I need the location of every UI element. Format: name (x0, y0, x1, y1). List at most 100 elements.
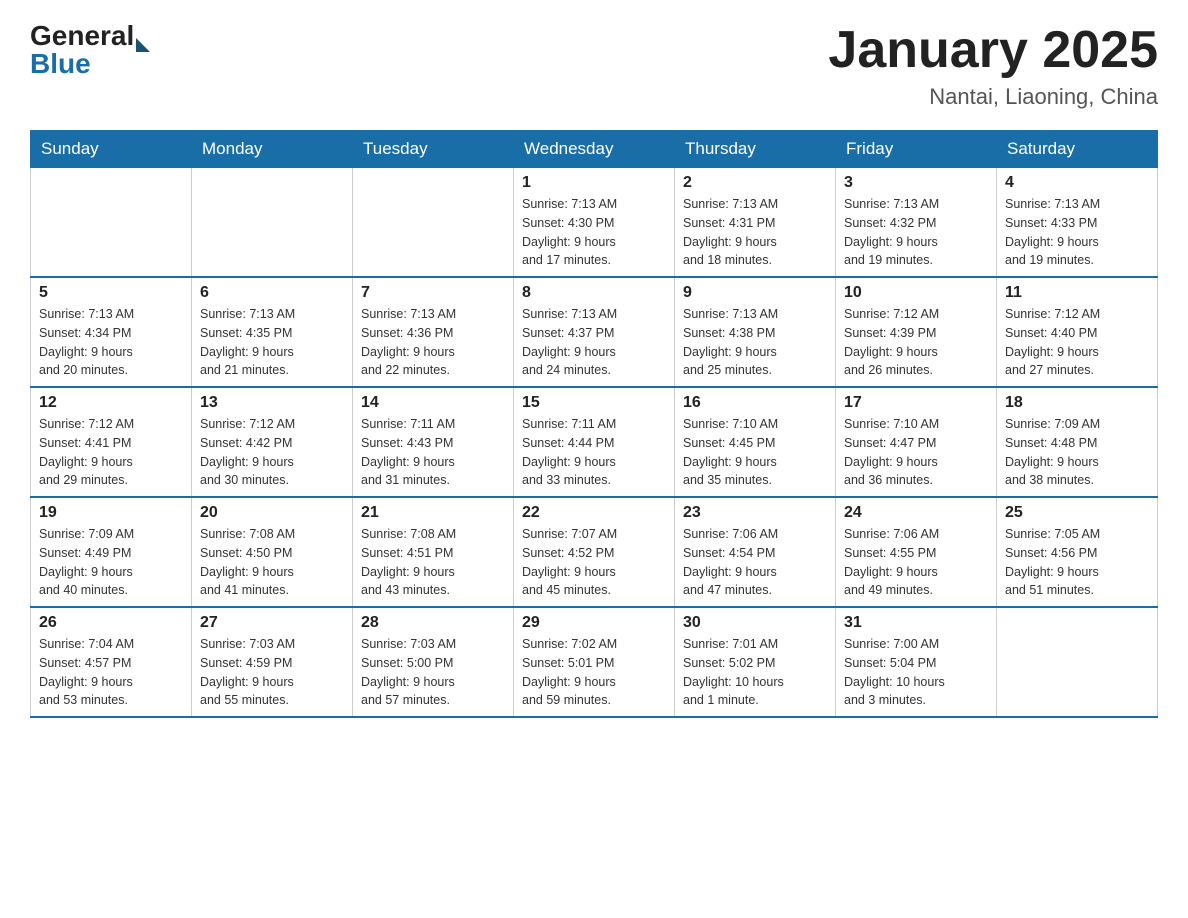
day-info: Sunrise: 7:12 AM Sunset: 4:41 PM Dayligh… (39, 415, 183, 490)
day-info: Sunrise: 7:12 AM Sunset: 4:40 PM Dayligh… (1005, 305, 1149, 380)
day-number: 17 (844, 394, 988, 412)
day-number: 19 (39, 504, 183, 522)
calendar-cell: 19 Sunrise: 7:09 AM Sunset: 4:49 PM Dayli… (31, 497, 192, 607)
calendar-cell: 13 Sunrise: 7:12 AM Sunset: 4:42 PM Dayli… (192, 387, 353, 497)
page-header: General Blue January 2025 Nantai, Liaoni… (30, 20, 1158, 110)
calendar-cell: 24Sunrise: 7:06 AM Sunset: 4:55 PM Dayli… (836, 497, 997, 607)
day-info: Sunrise: 7:13 AM Sunset: 4:32 PM Dayligh… (844, 195, 988, 270)
day-info: Sunrise: 7:00 AM Sunset: 5:04 PM Dayligh… (844, 635, 988, 710)
calendar-cell: 8 Sunrise: 7:13 AM Sunset: 4:37 PM Daylig… (514, 277, 675, 387)
day-number: 15 (522, 394, 666, 412)
day-number: 30 (683, 614, 827, 632)
day-info: Sunrise: 7:10 AM Sunset: 4:45 PM Dayligh… (683, 415, 827, 490)
day-number: 4 (1005, 174, 1149, 192)
day-info: Sunrise: 7:01 AM Sunset: 5:02 PM Dayligh… (683, 635, 827, 710)
day-number: 25 (1005, 504, 1149, 522)
calendar-week-row: 1Sunrise: 7:13 AM Sunset: 4:30 PM Daylig… (31, 168, 1158, 278)
day-number: 6 (200, 284, 344, 302)
weekday-header-row: SundayMondayTuesdayWednesdayThursdayFrid… (31, 131, 1158, 168)
calendar-cell: 5 Sunrise: 7:13 AM Sunset: 4:34 PM Daylig… (31, 277, 192, 387)
day-number: 20 (200, 504, 344, 522)
day-info: Sunrise: 7:13 AM Sunset: 4:37 PM Dayligh… (522, 305, 666, 380)
day-info: Sunrise: 7:11 AM Sunset: 4:44 PM Dayligh… (522, 415, 666, 490)
day-number: 23 (683, 504, 827, 522)
calendar-cell: 29 Sunrise: 7:02 AM Sunset: 5:01 PM Dayli… (514, 607, 675, 717)
calendar-cell: 14 Sunrise: 7:11 AM Sunset: 4:43 PM Dayli… (353, 387, 514, 497)
calendar-cell (353, 168, 514, 278)
day-number: 8 (522, 284, 666, 302)
calendar-cell: 7Sunrise: 7:13 AM Sunset: 4:36 PM Daylig… (353, 277, 514, 387)
day-info: Sunrise: 7:06 AM Sunset: 4:55 PM Dayligh… (844, 525, 988, 600)
day-number: 16 (683, 394, 827, 412)
calendar-cell: 9Sunrise: 7:13 AM Sunset: 4:38 PM Daylig… (675, 277, 836, 387)
day-info: Sunrise: 7:13 AM Sunset: 4:34 PM Dayligh… (39, 305, 183, 380)
calendar-cell: 16 Sunrise: 7:10 AM Sunset: 4:45 PM Dayli… (675, 387, 836, 497)
day-number: 27 (200, 614, 344, 632)
calendar-cell: 4 Sunrise: 7:13 AM Sunset: 4:33 PM Daylig… (997, 168, 1158, 278)
calendar-cell: 6 Sunrise: 7:13 AM Sunset: 4:35 PM Daylig… (192, 277, 353, 387)
day-info: Sunrise: 7:13 AM Sunset: 4:33 PM Dayligh… (1005, 195, 1149, 270)
calendar-cell: 21Sunrise: 7:08 AM Sunset: 4:51 PM Dayli… (353, 497, 514, 607)
calendar-cell (192, 168, 353, 278)
day-info: Sunrise: 7:04 AM Sunset: 4:57 PM Dayligh… (39, 635, 183, 710)
logo: General Blue (30, 20, 150, 80)
calendar-cell: 1Sunrise: 7:13 AM Sunset: 4:30 PM Daylig… (514, 168, 675, 278)
calendar-cell (31, 168, 192, 278)
calendar-cell: 12 Sunrise: 7:12 AM Sunset: 4:41 PM Dayli… (31, 387, 192, 497)
day-number: 22 (522, 504, 666, 522)
day-info: Sunrise: 7:02 AM Sunset: 5:01 PM Dayligh… (522, 635, 666, 710)
day-number: 29 (522, 614, 666, 632)
day-info: Sunrise: 7:13 AM Sunset: 4:35 PM Dayligh… (200, 305, 344, 380)
day-number: 3 (844, 174, 988, 192)
calendar-cell: 30 Sunrise: 7:01 AM Sunset: 5:02 PM Dayli… (675, 607, 836, 717)
weekday-header-tuesday: Tuesday (353, 131, 514, 168)
calendar-cell: 11Sunrise: 7:12 AM Sunset: 4:40 PM Dayli… (997, 277, 1158, 387)
weekday-header-saturday: Saturday (997, 131, 1158, 168)
calendar-cell: 22Sunrise: 7:07 AM Sunset: 4:52 PM Dayli… (514, 497, 675, 607)
calendar-week-row: 5 Sunrise: 7:13 AM Sunset: 4:34 PM Daylig… (31, 277, 1158, 387)
logo-blue-text: Blue (30, 48, 150, 80)
day-info: Sunrise: 7:03 AM Sunset: 4:59 PM Dayligh… (200, 635, 344, 710)
day-info: Sunrise: 7:11 AM Sunset: 4:43 PM Dayligh… (361, 415, 505, 490)
day-info: Sunrise: 7:13 AM Sunset: 4:30 PM Dayligh… (522, 195, 666, 270)
calendar-week-row: 19 Sunrise: 7:09 AM Sunset: 4:49 PM Dayli… (31, 497, 1158, 607)
weekday-header-friday: Friday (836, 131, 997, 168)
weekday-header-thursday: Thursday (675, 131, 836, 168)
weekday-header-wednesday: Wednesday (514, 131, 675, 168)
calendar-table: SundayMondayTuesdayWednesdayThursdayFrid… (30, 130, 1158, 718)
day-info: Sunrise: 7:05 AM Sunset: 4:56 PM Dayligh… (1005, 525, 1149, 600)
day-info: Sunrise: 7:08 AM Sunset: 4:50 PM Dayligh… (200, 525, 344, 600)
calendar-week-row: 12 Sunrise: 7:12 AM Sunset: 4:41 PM Dayli… (31, 387, 1158, 497)
day-info: Sunrise: 7:12 AM Sunset: 4:42 PM Dayligh… (200, 415, 344, 490)
day-number: 10 (844, 284, 988, 302)
calendar-cell: 28Sunrise: 7:03 AM Sunset: 5:00 PM Dayli… (353, 607, 514, 717)
calendar-cell: 2Sunrise: 7:13 AM Sunset: 4:31 PM Daylig… (675, 168, 836, 278)
day-number: 14 (361, 394, 505, 412)
day-number: 12 (39, 394, 183, 412)
calendar-week-row: 26 Sunrise: 7:04 AM Sunset: 4:57 PM Dayli… (31, 607, 1158, 717)
calendar-title: January 2025 (828, 20, 1158, 80)
day-info: Sunrise: 7:13 AM Sunset: 4:31 PM Dayligh… (683, 195, 827, 270)
day-number: 28 (361, 614, 505, 632)
day-info: Sunrise: 7:10 AM Sunset: 4:47 PM Dayligh… (844, 415, 988, 490)
day-number: 26 (39, 614, 183, 632)
calendar-cell: 20 Sunrise: 7:08 AM Sunset: 4:50 PM Dayli… (192, 497, 353, 607)
day-info: Sunrise: 7:09 AM Sunset: 4:48 PM Dayligh… (1005, 415, 1149, 490)
calendar-cell: 3 Sunrise: 7:13 AM Sunset: 4:32 PM Daylig… (836, 168, 997, 278)
day-number: 31 (844, 614, 988, 632)
calendar-cell: 31 Sunrise: 7:00 AM Sunset: 5:04 PM Dayli… (836, 607, 997, 717)
calendar-cell: 27 Sunrise: 7:03 AM Sunset: 4:59 PM Dayli… (192, 607, 353, 717)
calendar-cell: 18Sunrise: 7:09 AM Sunset: 4:48 PM Dayli… (997, 387, 1158, 497)
day-number: 9 (683, 284, 827, 302)
calendar-cell: 26 Sunrise: 7:04 AM Sunset: 4:57 PM Dayli… (31, 607, 192, 717)
calendar-subtitle: Nantai, Liaoning, China (828, 84, 1158, 110)
day-number: 13 (200, 394, 344, 412)
calendar-cell: 17 Sunrise: 7:10 AM Sunset: 4:47 PM Dayli… (836, 387, 997, 497)
calendar-cell: 10Sunrise: 7:12 AM Sunset: 4:39 PM Dayli… (836, 277, 997, 387)
day-info: Sunrise: 7:09 AM Sunset: 4:49 PM Dayligh… (39, 525, 183, 600)
weekday-header-monday: Monday (192, 131, 353, 168)
calendar-cell: 25 Sunrise: 7:05 AM Sunset: 4:56 PM Dayli… (997, 497, 1158, 607)
calendar-cell: 15 Sunrise: 7:11 AM Sunset: 4:44 PM Dayli… (514, 387, 675, 497)
day-number: 5 (39, 284, 183, 302)
calendar-title-block: January 2025 Nantai, Liaoning, China (828, 20, 1158, 110)
